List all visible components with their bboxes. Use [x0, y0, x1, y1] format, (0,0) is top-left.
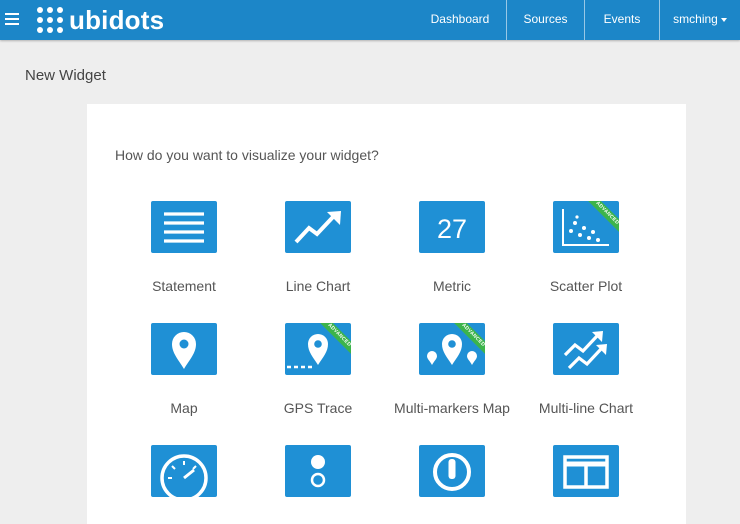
widget-question: How do you want to visualize your widget…: [115, 147, 379, 163]
widget-label: Multi-markers Map: [394, 400, 510, 416]
top-bar: ubidots Dashboard Sources Events smching: [0, 0, 740, 40]
widget-label: GPS Trace: [283, 400, 353, 416]
line-chart-icon: [285, 201, 351, 253]
widget-label: Map: [170, 400, 198, 416]
table-icon: [553, 445, 619, 497]
nav-events[interactable]: Events: [585, 0, 660, 40]
widget-label: Line Chart: [285, 278, 351, 294]
nav-dashboard[interactable]: Dashboard: [406, 0, 507, 40]
ubidots-logo[interactable]: ubidots: [35, 5, 164, 35]
main-nav: Dashboard Sources Events smching: [406, 0, 740, 40]
logo-dots-icon: [37, 7, 63, 33]
nav-sources[interactable]: Sources: [507, 0, 585, 40]
hamburger-menu-icon[interactable]: [5, 13, 19, 25]
widget-label: Statement: [152, 278, 216, 294]
svg-text:27: 27: [437, 214, 467, 244]
scatter-plot-icon: ADVANCED: [553, 201, 619, 253]
widget-label: Multi-line Chart: [538, 400, 634, 416]
widget-label: Scatter Plot: [549, 278, 623, 294]
user-name: smching: [673, 12, 718, 26]
widget-picker-card: How do you want to visualize your widget…: [87, 104, 686, 524]
switch-icon: [419, 445, 485, 497]
indicator-icon: [285, 445, 351, 497]
map-pin-icon: [151, 323, 217, 375]
page-title: New Widget: [25, 67, 106, 84]
multi-markers-icon: ADVANCED: [419, 323, 485, 375]
widget-label: Metric: [432, 278, 472, 294]
statement-icon: [151, 201, 217, 253]
metric-icon: 27: [419, 201, 485, 253]
gauge-icon: [151, 445, 217, 497]
caret-down-icon: [720, 17, 727, 22]
gps-trace-icon: ADVANCED: [285, 323, 351, 375]
logo-text: ubidots: [69, 5, 165, 35]
multi-line-chart-icon: [553, 323, 619, 375]
user-menu[interactable]: smching: [660, 0, 740, 40]
